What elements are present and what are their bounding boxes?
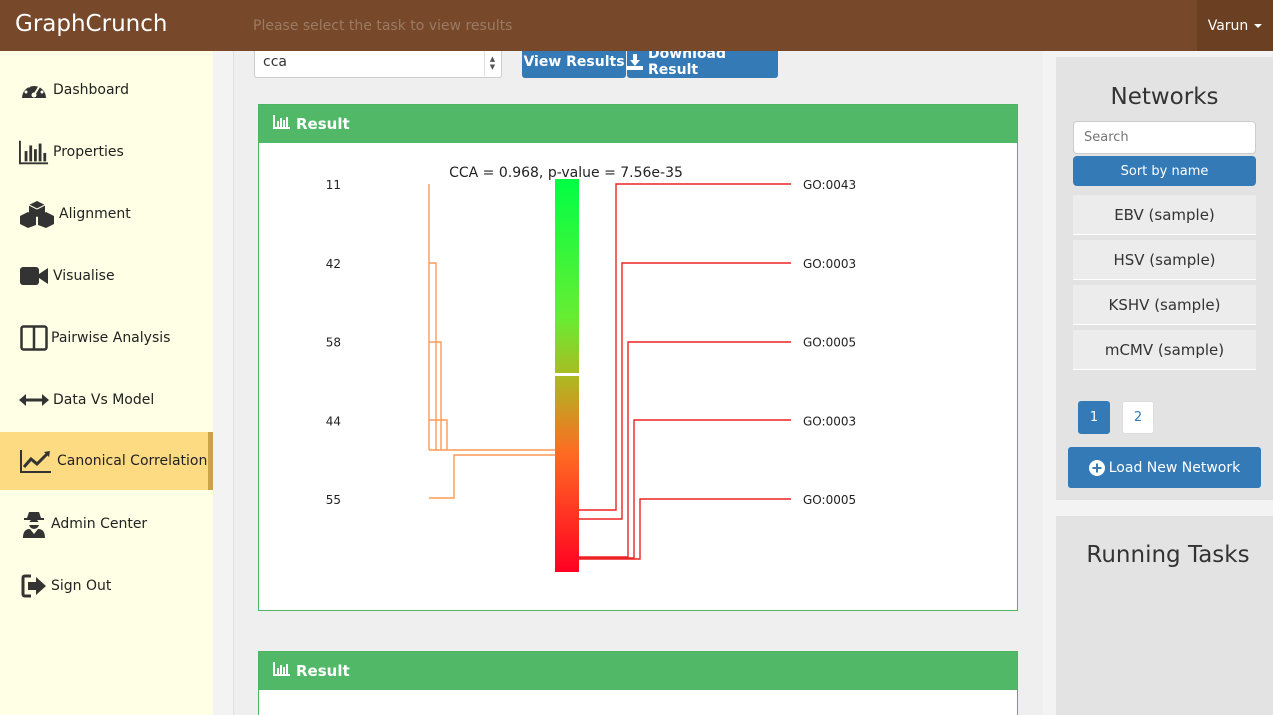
panel-header: Result [259,652,1017,690]
page-button-1[interactable]: 1 [1078,401,1110,434]
go-term-label: GO:0005 [803,336,856,350]
caret-down-icon [1254,23,1263,28]
bar-chart-icon [273,662,290,680]
left-node-label: 58 [326,336,341,350]
sort-by-name-button[interactable]: Sort by name [1073,156,1256,186]
select-arrows-icon: ▲ ▼ [484,50,500,76]
sidebar-item-label: Sign Out [51,578,112,594]
dashboard-icon [19,76,49,104]
line-chart-icon [19,447,53,475]
network-item[interactable]: mCMV (sample) [1073,330,1256,370]
sidebar-item-label: Properties [53,144,124,160]
sidebar-item-canonical-correlation[interactable]: Canonical Correlation [0,432,213,490]
right-dendrogram [579,183,791,560]
panel-title: Result [296,662,350,680]
network-item[interactable]: KSHV (sample) [1073,285,1256,325]
task-select[interactable]: cca ▲ ▼ [254,48,502,78]
result-panel: Result CCA = 0.968, p-value = 7.56e-35 1… [258,104,1018,611]
go-term-label: GO:0005 [803,493,856,507]
sidebar-item-label: Data Vs Model [53,392,155,408]
sidebar-item-admin-center[interactable]: Admin Center [0,495,213,553]
left-node-label: 44 [326,414,341,428]
sidebar-item-pairwise-analysis[interactable]: Pairwise Analysis [0,309,213,367]
sidebar-item-label: Canonical Correlation [57,453,208,469]
go-term-label: GO:0043 [803,178,856,192]
top-navbar: GraphCrunch Varun [0,0,1273,51]
cca-chart: CCA = 0.968, p-value = 7.56e-35 11 42 58 44… [326,165,856,572]
user-name: Varun [1207,17,1249,34]
go-term-label: GO:0003 [803,257,856,271]
sidebar-item-label: Pairwise Analysis [51,330,171,346]
user-menu[interactable]: Varun [1197,0,1273,51]
colorbar-divider [555,373,579,376]
brand-logo[interactable]: GraphCrunch [15,11,167,37]
sidebar-item-data-vs-model[interactable]: Data Vs Model [0,371,213,429]
sidebar-item-label: Admin Center [51,516,148,532]
left-node-label: 42 [326,257,341,271]
chart-title: CCA = 0.968, p-value = 7.56e-35 [449,165,683,181]
sidebar: Dashboard Properties Alignment Visualise… [0,51,213,715]
bar-chart-icon [273,115,290,133]
task-select-value: cca [263,54,287,70]
sidebar-item-visualise[interactable]: Visualise [0,247,213,305]
sidebar-item-alignment[interactable]: Alignment [0,185,213,243]
sidebar-item-dashboard[interactable]: Dashboard [0,61,213,119]
video-camera-icon [19,262,49,290]
load-network-label: Load New Network [1108,459,1241,476]
network-search-input[interactable] [1073,121,1256,154]
plus-circle-icon [1088,459,1105,476]
go-term-label: GO:0003 [803,414,856,428]
sidebar-item-sign-out[interactable]: Sign Out [0,557,213,615]
left-dendrogram [428,184,555,499]
sidebar-item-label: Dashboard [53,82,129,98]
network-item[interactable]: HSV (sample) [1073,240,1256,280]
result-panel: Result [258,651,1018,715]
cubes-icon [19,200,55,228]
download-icon [627,53,643,70]
running-tasks-title: Running Tasks [1086,542,1250,568]
task-select-hint: Please select the task to view results [253,18,513,34]
load-new-network-button[interactable]: Load New Network [1068,447,1261,488]
sign-out-icon [19,572,49,600]
left-node-label: 11 [326,178,341,192]
user-secret-icon [19,510,49,538]
double-arrow-icon [19,386,49,414]
network-item[interactable]: EBV (sample) [1073,195,1256,235]
columns-icon [19,324,49,352]
sidebar-item-label: Alignment [59,206,131,222]
panel-header: Result [259,105,1017,143]
page-button-2[interactable]: 2 [1122,401,1154,434]
panel-title: Result [296,115,350,133]
bar-chart-icon [19,138,49,166]
sidebar-item-properties[interactable]: Properties [0,123,213,181]
networks-title: Networks [1110,84,1219,110]
left-node-label: 55 [326,493,341,507]
sidebar-item-label: Visualise [53,268,115,284]
